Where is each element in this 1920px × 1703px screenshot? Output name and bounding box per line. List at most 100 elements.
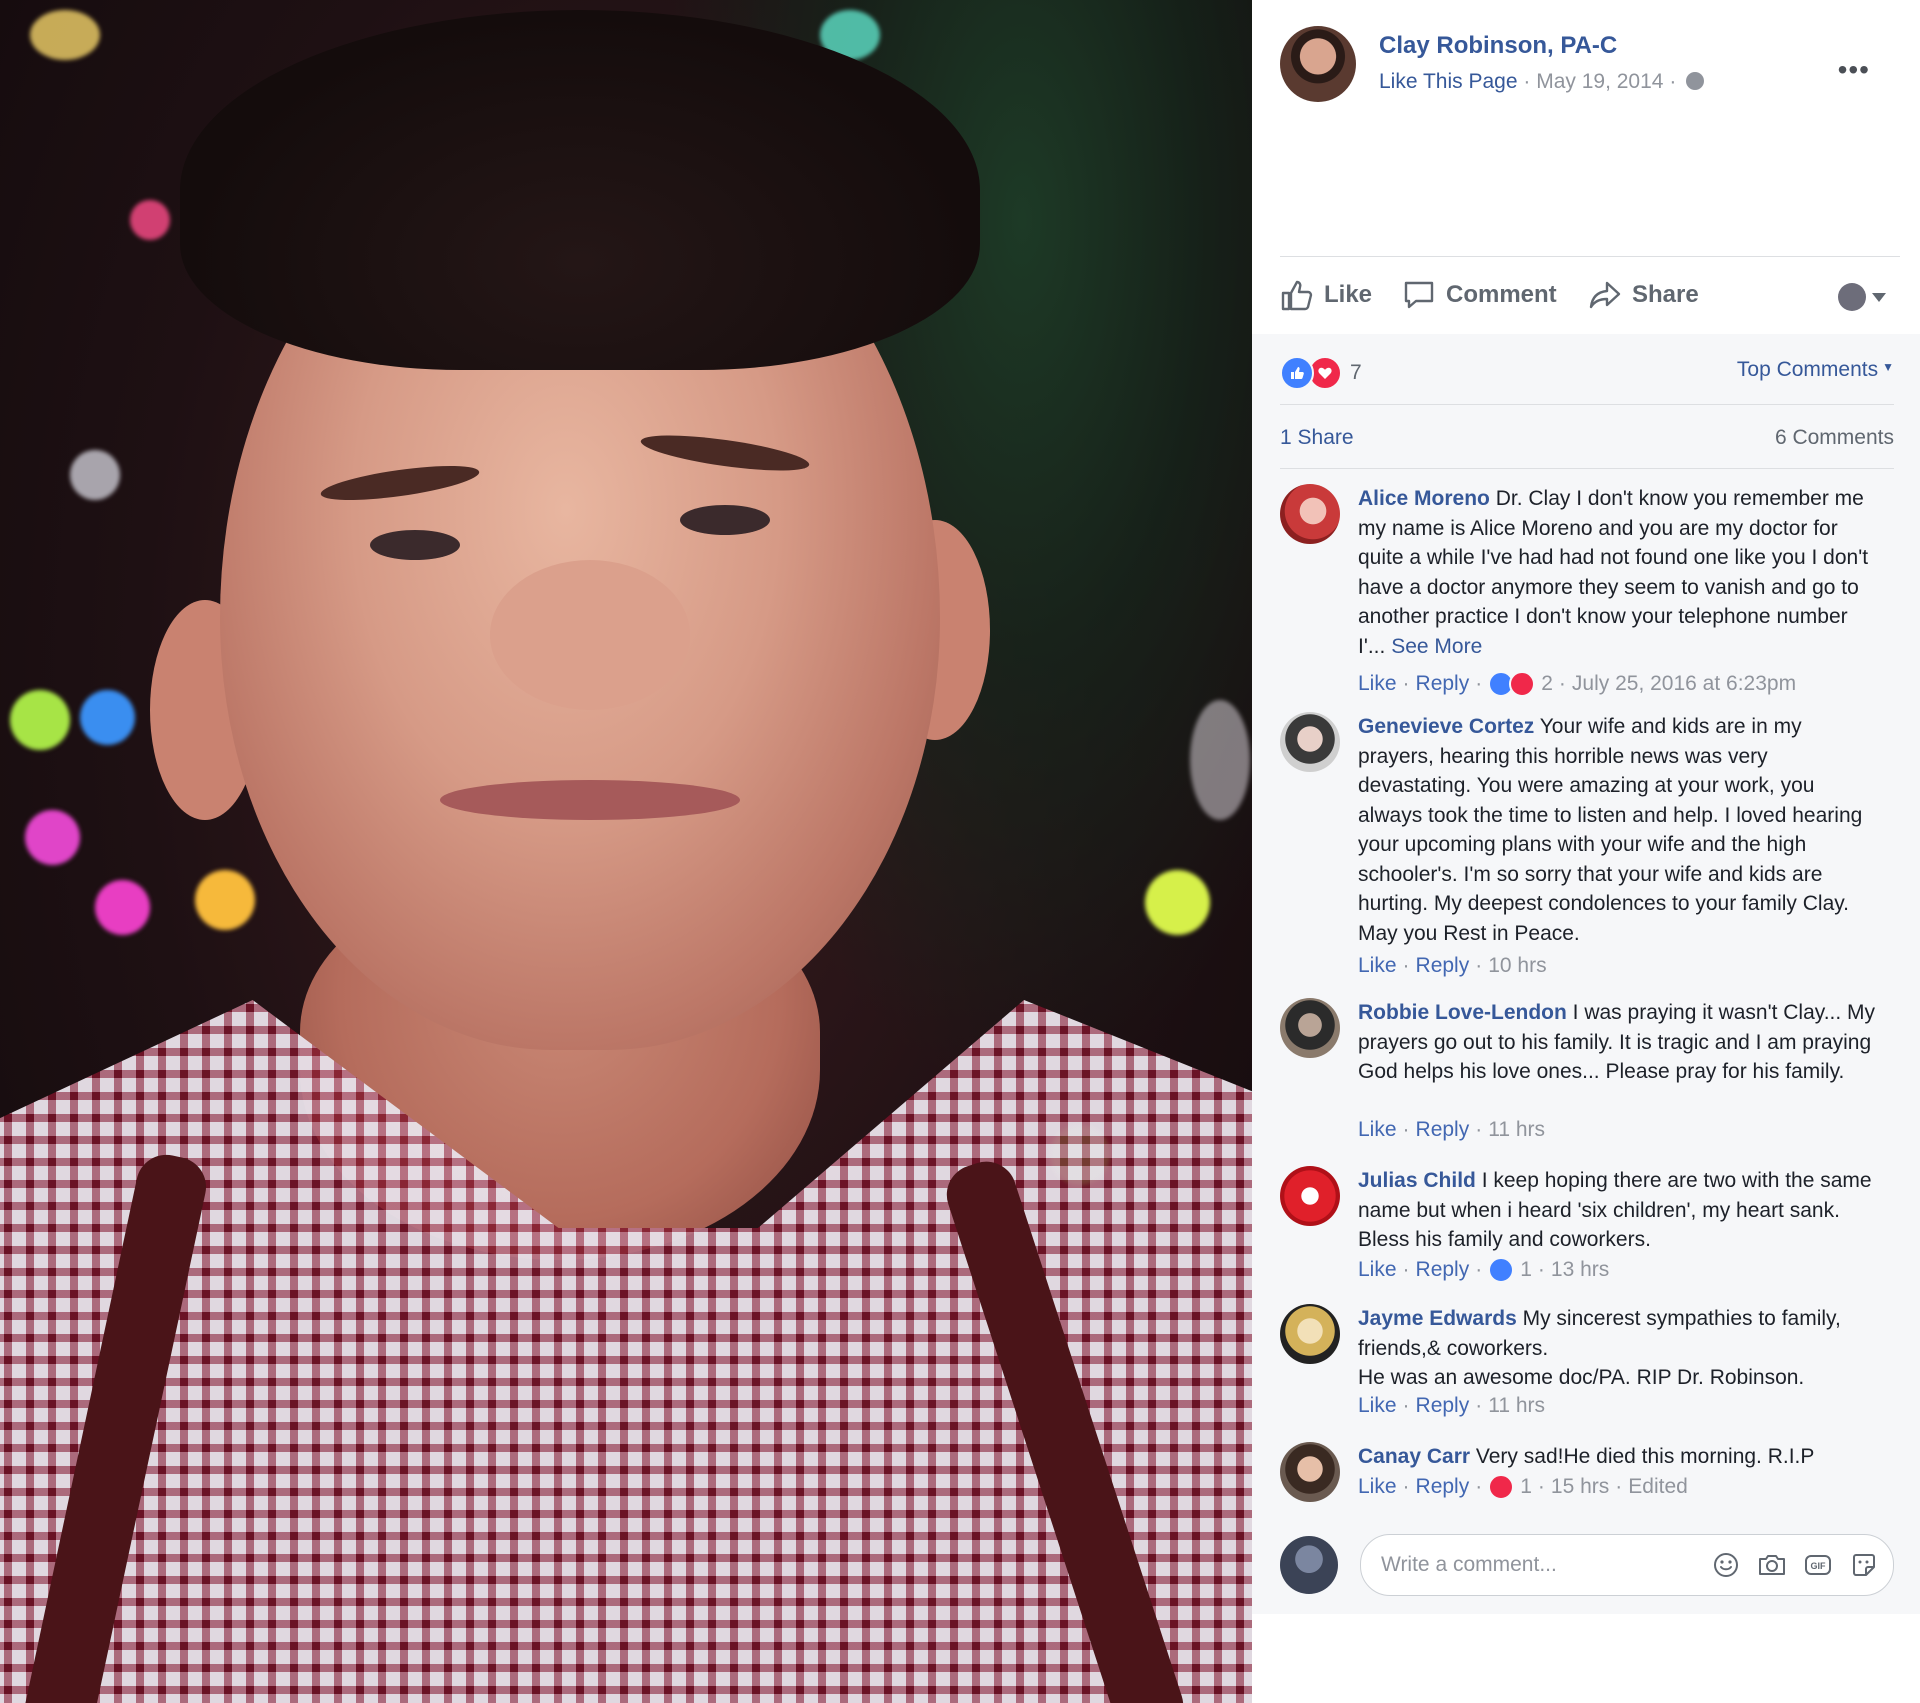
bokeh-light [25, 810, 80, 865]
comment-footer: Like · Reply · 2 · July 25, 2016 at 6:23pm [1358, 671, 1797, 697]
post-action-bar: Like Comment Share [1280, 256, 1900, 335]
comment-composer: GIF [1280, 1534, 1894, 1598]
comment-reply-link[interactable]: Reply [1416, 954, 1470, 978]
comment-item: Genevieve Cortez Your wife and kids are … [1280, 712, 1880, 977]
post-date[interactable]: May 19, 2014 [1536, 70, 1663, 93]
bokeh-light [10, 690, 70, 750]
comment-timestamp[interactable]: 10 hrs [1488, 954, 1546, 978]
bokeh-light [80, 690, 135, 745]
comment-like-link[interactable]: Like [1358, 954, 1397, 978]
comment-text: Your wife and kids are in my prayers, he… [1358, 715, 1863, 945]
comment-author[interactable]: Genevieve Cortez [1358, 715, 1534, 738]
post-meta: Like This Page · May 19, 2014 · [1379, 70, 1705, 94]
sticker-icon[interactable] [1849, 1550, 1879, 1580]
comment-input[interactable] [1379, 1549, 1683, 1581]
reactions-count: 7 [1350, 361, 1362, 384]
like-icon [1281, 280, 1313, 311]
comment-reply-link[interactable]: Reply [1416, 1118, 1470, 1142]
photo-subject-mouth [440, 780, 740, 820]
share-icon [1589, 281, 1621, 309]
shares-comments-summary: 1 Share 6 Comments [1280, 410, 1894, 469]
page-avatar[interactable] [1280, 26, 1356, 102]
photo-subject-hair [180, 10, 980, 370]
comment-author[interactable]: Julias Child [1358, 1169, 1476, 1192]
page-name-link[interactable]: Clay Robinson, PA-C [1379, 32, 1617, 60]
comment-like-link[interactable]: Like [1358, 1258, 1397, 1282]
comment-timestamp[interactable]: 11 hrs [1488, 1118, 1545, 1142]
comment-reactions[interactable] [1488, 1257, 1515, 1283]
viewer-avatar [1838, 283, 1866, 311]
camera-icon[interactable] [1757, 1550, 1787, 1580]
comment-sort-dropdown[interactable]: Top Comments ▼ [1737, 358, 1894, 382]
comment-reply-link[interactable]: Reply [1416, 1394, 1470, 1418]
comment-like-link[interactable]: Like [1358, 1118, 1397, 1142]
bokeh-light [195, 870, 255, 930]
comment-item: Alice Moreno Dr. Clay I don't know you r… [1280, 484, 1880, 697]
comment-author[interactable]: Jayme Edwards [1358, 1307, 1517, 1330]
comment-author[interactable]: Canay Carr [1358, 1445, 1470, 1468]
bokeh-light [1145, 870, 1210, 935]
comment-edited-label[interactable]: Edited [1628, 1475, 1688, 1499]
photo-subject-eye [680, 505, 770, 535]
comment-timestamp[interactable]: July 25, 2016 at 6:23pm [1572, 672, 1796, 696]
like-button[interactable]: Like [1280, 279, 1372, 311]
see-more-link[interactable]: See More [1391, 635, 1482, 658]
share-button[interactable]: Share [1588, 279, 1699, 311]
svg-text:GIF: GIF [1811, 1561, 1827, 1571]
comment-item: Julias Child I keep hoping there are two… [1280, 1166, 1880, 1283]
comment-reply-link[interactable]: Reply [1416, 672, 1470, 696]
bokeh-light [30, 10, 100, 60]
comment-reply-link[interactable]: Reply [1416, 1475, 1470, 1499]
gif-icon[interactable]: GIF [1803, 1550, 1833, 1580]
shares-link[interactable]: 1 Share [1280, 426, 1354, 450]
comment-icon [1404, 281, 1434, 309]
comment-reactions[interactable] [1488, 1474, 1515, 1500]
comment-footer: Like · Reply · 11 hrs [1358, 1394, 1546, 1418]
chevron-down-icon [1872, 292, 1886, 302]
comment-author[interactable]: Robbie Love-Lendon [1358, 1001, 1567, 1024]
commenter-avatar[interactable] [1280, 484, 1340, 544]
comment-item: Robbie Love-Lendon I was praying it wasn… [1280, 998, 1880, 1141]
more-icon[interactable]: ••• [1838, 54, 1870, 86]
sort-caret-icon: ▼ [1882, 360, 1894, 374]
commenter-avatar[interactable] [1280, 1304, 1340, 1364]
commenter-avatar[interactable] [1280, 1166, 1340, 1226]
comment-text: He was an awesome doc/PA. RIP Dr. Robins… [1358, 1366, 1805, 1389]
comment-timestamp[interactable]: 13 hrs [1551, 1258, 1609, 1282]
comment-item: Jayme Edwards My sincerest sympathies to… [1280, 1304, 1880, 1417]
comment-reactions[interactable] [1488, 671, 1536, 697]
commenter-avatar[interactable] [1280, 998, 1340, 1058]
post-header: Clay Robinson, PA-C Like This Page · May… [1280, 26, 1900, 116]
reactions-summary[interactable]: 7 Top Comments ▼ [1280, 354, 1894, 405]
comments-count[interactable]: 6 Comments [1775, 426, 1894, 450]
post-side-panel: Clay Robinson, PA-C Like This Page · May… [1252, 0, 1920, 1703]
comments-section: 7 Top Comments ▼ 1 Share 6 Comments Alice… [1252, 334, 1920, 1614]
comment-author[interactable]: Alice Moreno [1358, 487, 1490, 510]
comment-box[interactable]: GIF [1360, 1534, 1894, 1596]
post-as-selector[interactable] [1838, 283, 1886, 311]
love-reaction-icon [1488, 1474, 1515, 1500]
emoji-icon[interactable] [1711, 1550, 1741, 1580]
commenter-avatar[interactable] [1280, 1442, 1340, 1502]
comment-like-link[interactable]: Like [1358, 672, 1397, 696]
comment-button[interactable]: Comment [1402, 279, 1557, 311]
like-reaction-icon [1488, 1257, 1515, 1283]
comment-timestamp[interactable]: 15 hrs [1551, 1475, 1609, 1499]
photo-subject-eye [370, 530, 460, 560]
globe-icon [1686, 72, 1705, 90]
photo-subject-nose [490, 560, 690, 710]
bokeh-light [1190, 700, 1250, 820]
comment-text: Dr. Clay I don't know you remember me my… [1358, 487, 1869, 658]
comment-like-link[interactable]: Like [1358, 1394, 1397, 1418]
current-user-avatar[interactable] [1280, 1536, 1338, 1594]
post-photo[interactable] [0, 0, 1252, 1703]
comment-timestamp[interactable]: 11 hrs [1488, 1394, 1545, 1418]
comment-like-link[interactable]: Like [1358, 1475, 1397, 1499]
like-reaction-icon [1280, 356, 1314, 390]
like-page-link[interactable]: Like This Page [1379, 70, 1518, 93]
bokeh-light [130, 200, 170, 240]
photo-viewer: Clay Robinson, PA-C Like This Page · May… [0, 0, 1920, 1703]
comment-reply-link[interactable]: Reply [1416, 1258, 1470, 1282]
commenter-avatar[interactable] [1280, 712, 1340, 772]
comment-footer: Like · Reply · 10 hrs [1358, 954, 1547, 978]
